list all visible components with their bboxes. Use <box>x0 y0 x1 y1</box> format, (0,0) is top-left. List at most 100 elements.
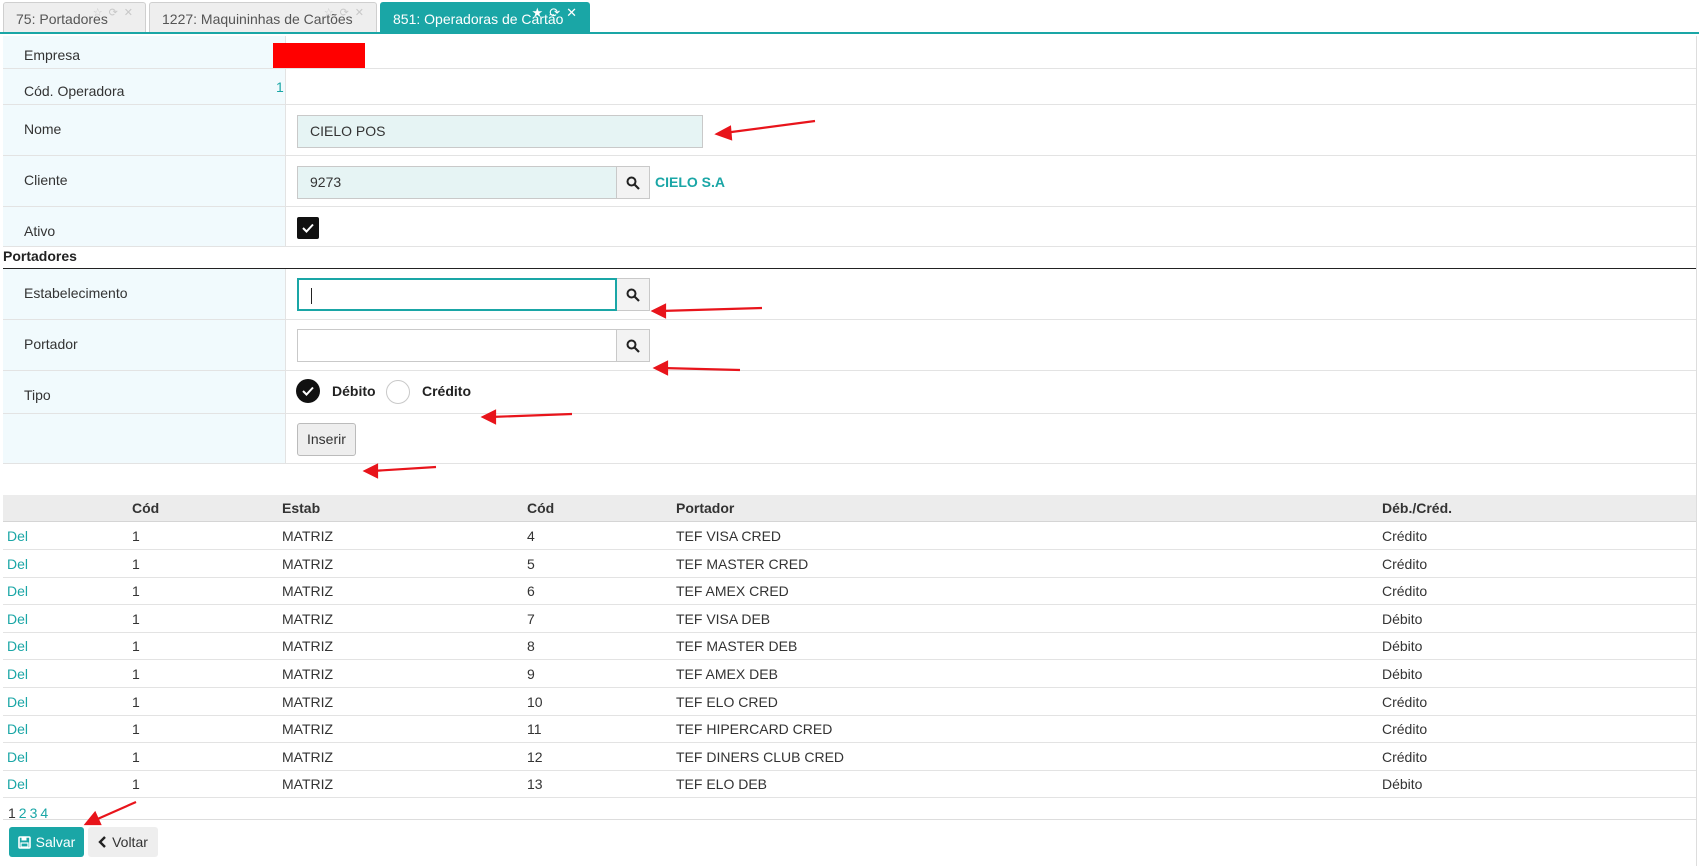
cell-estab: MATRIZ <box>282 666 334 682</box>
cell-portador: TEF MASTER DEB <box>676 638 798 655</box>
row-tipo: Tipo Débito Crédito <box>3 371 1696 414</box>
save-button-label: Salvar <box>35 834 76 850</box>
cliente-search-button[interactable] <box>617 166 650 199</box>
row-nome: Nome CIELO POS <box>3 105 1696 156</box>
cell-deb-cred: Crédito <box>1382 721 1428 738</box>
save-button[interactable]: Salvar <box>9 827 84 857</box>
cell-deb-cred: Débito <box>1382 666 1423 682</box>
tab-operadoras[interactable]: 851: Operadoras de Cartão ★⟳✕ <box>380 2 590 32</box>
del-link[interactable]: Del <box>7 744 28 770</box>
refresh-icon[interactable]: ⟳ <box>109 7 124 19</box>
form-container: Empresa Cód. Operadora 1 Nome CIELO POS … <box>3 36 1697 866</box>
cell-estab: MATRIZ <box>282 748 334 765</box>
star-outline-icon[interactable]: ☆ <box>93 7 109 19</box>
col-header-cod-portador[interactable]: Cód <box>527 495 554 521</box>
empresa-label: Empresa <box>3 36 286 68</box>
cell-deb-cred: Débito <box>1382 638 1423 655</box>
ativo-checkbox[interactable] <box>297 217 319 239</box>
del-link[interactable]: Del <box>7 551 28 577</box>
check-icon <box>302 386 314 396</box>
del-link[interactable]: Del <box>7 606 28 632</box>
row-portador: Portador <box>3 320 1696 371</box>
col-header-cod[interactable]: Cód <box>132 495 159 521</box>
tipo-label: Tipo <box>3 371 286 413</box>
footer-actions: Salvar Voltar <box>3 819 1696 864</box>
cell-estab: MATRIZ <box>282 638 334 655</box>
cliente-input[interactable]: 9273 <box>297 166 617 199</box>
tab-actions: ☆⟳✕ <box>324 6 370 19</box>
cell-cod-portador: 8 <box>527 638 535 655</box>
cell-estab: MATRIZ <box>282 555 334 572</box>
portador-search-button[interactable] <box>617 329 650 362</box>
del-link[interactable]: Del <box>7 523 28 549</box>
cell-cod-portador: 11 <box>527 721 542 738</box>
floppy-disk-icon <box>17 835 31 849</box>
table-row: Del 1 MATRIZ 11 TEF HIPERCARD CRED Crédito <box>3 716 1696 744</box>
estabelecimento-search-button[interactable] <box>617 278 650 311</box>
col-header-deb-cred[interactable]: Déb./Créd. <box>1382 495 1452 521</box>
cell-portador: TEF AMEX DEB <box>676 666 778 682</box>
cell-deb-cred: Crédito <box>1382 555 1428 572</box>
nome-input[interactable]: CIELO POS <box>297 115 703 148</box>
del-link[interactable]: Del <box>7 661 28 687</box>
back-button[interactable]: Voltar <box>88 827 158 857</box>
refresh-icon[interactable]: ⟳ <box>549 5 566 20</box>
tipo-radio-credito[interactable] <box>386 380 410 404</box>
cell-estab: MATRIZ <box>282 776 334 793</box>
inserir-label-cell <box>3 414 286 463</box>
cell-cod-portador: 6 <box>527 583 535 600</box>
check-icon <box>302 223 314 233</box>
cell-estab: MATRIZ <box>282 693 334 710</box>
insert-button[interactable]: Inserir <box>297 423 356 456</box>
close-icon[interactable]: ✕ <box>566 5 583 20</box>
tab-actions: ☆⟳✕ <box>93 6 139 19</box>
cell-portador: TEF HIPERCARD CRED <box>676 721 833 738</box>
row-inserir: Inserir <box>3 414 1696 464</box>
table-row: Del 1 MATRIZ 4 TEF VISA CRED Crédito <box>3 523 1696 550</box>
cell-portador: TEF AMEX CRED <box>676 583 789 600</box>
close-icon[interactable]: ✕ <box>355 7 370 19</box>
close-icon[interactable]: ✕ <box>124 7 139 19</box>
cod-operadora-value: 1 <box>276 79 284 95</box>
tab-maquininhas[interactable]: 1227: Maquininhas de Cartões ☆⟳✕ <box>149 2 377 32</box>
del-link[interactable]: Del <box>7 578 28 604</box>
tipo-label-debito[interactable]: Débito <box>332 383 376 399</box>
table-row: Del 1 MATRIZ 13 TEF ELO DEB Débito <box>3 771 1696 799</box>
estabelecimento-input[interactable] <box>297 278 617 311</box>
cell-cod: 1 <box>132 666 140 682</box>
refresh-icon[interactable]: ⟳ <box>340 7 355 19</box>
tab-portadores[interactable]: 75: Portadores ☆⟳✕ <box>3 2 146 32</box>
cell-deb-cred: Débito <box>1382 776 1423 793</box>
star-icon[interactable]: ★ <box>532 5 550 20</box>
portador-input[interactable] <box>297 329 617 362</box>
cliente-name[interactable]: CIELO S.A <box>655 174 725 190</box>
nome-label: Nome <box>3 105 286 155</box>
chevron-left-icon <box>98 836 106 848</box>
star-outline-icon[interactable]: ☆ <box>324 7 340 19</box>
cell-portador: TEF VISA DEB <box>676 610 771 627</box>
tipo-radio-debito[interactable] <box>296 379 320 403</box>
cell-cod: 1 <box>132 776 140 793</box>
table-row: Del 1 MATRIZ 6 TEF AMEX CRED Crédito <box>3 578 1696 606</box>
row-cliente: Cliente 9273 CIELO S.A <box>3 156 1696 207</box>
table-row: Del 1 MATRIZ 5 TEF MASTER CRED Crédito <box>3 551 1696 578</box>
col-header-portador[interactable]: Portador <box>676 495 734 521</box>
col-header-estab[interactable]: Estab <box>282 495 320 521</box>
del-link[interactable]: Del <box>7 633 28 659</box>
del-link[interactable]: Del <box>7 716 28 742</box>
table-row: Del 1 MATRIZ 7 TEF VISA DEB Débito <box>3 606 1696 633</box>
cell-estab: MATRIZ <box>282 721 334 738</box>
del-link[interactable]: Del <box>7 689 28 715</box>
cell-cod: 1 <box>132 610 140 627</box>
cell-cod: 1 <box>132 748 140 765</box>
cell-deb-cred: Débito <box>1382 610 1423 627</box>
cell-cod: 1 <box>132 555 140 572</box>
cell-cod-portador: 4 <box>527 528 535 544</box>
tab-bar: 75: Portadores ☆⟳✕ 1227: Maquininhas de … <box>0 0 1699 34</box>
del-link[interactable]: Del <box>7 771 28 797</box>
tipo-label-credito[interactable]: Crédito <box>422 383 471 399</box>
row-ativo: Ativo <box>3 207 1696 247</box>
cell-cod-portador: 9 <box>527 666 535 682</box>
table-header: Cód Estab Cód Portador Déb./Créd. <box>3 495 1696 522</box>
cell-cod: 1 <box>132 528 140 544</box>
